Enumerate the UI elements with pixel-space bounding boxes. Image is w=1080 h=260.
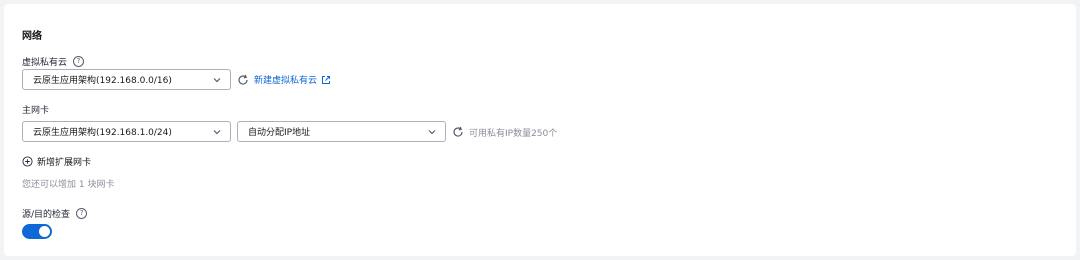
primary-nic-label-row: 主网卡 [22, 103, 49, 116]
help-icon[interactable]: ? [76, 208, 88, 219]
add-nic-button[interactable]: 新增扩展网卡 [22, 155, 91, 168]
nic-quota-text: 您还可以增加 1 块网卡 [22, 180, 115, 190]
create-vpc-link[interactable]: 新建虚拟私有云 [254, 73, 331, 86]
primary-nic-label: 主网卡 [22, 106, 50, 116]
network-panel: 网络 虚拟私有云 ? 云原生应用架构(192.168.0.0/16) 新建虚拟私… [4, 4, 1076, 256]
chevron-down-icon [428, 129, 436, 134]
ip-assignment-value: 自动分配IP地址 [248, 128, 311, 138]
source-dest-check-label: 源/目的检查 [22, 210, 71, 220]
source-dest-check-toggle[interactable] [22, 224, 52, 239]
chevron-down-icon [213, 77, 221, 82]
toggle-knob [39, 226, 50, 237]
external-link-icon [322, 75, 331, 84]
chevron-down-icon [213, 129, 221, 134]
source-dest-check-label-row: 源/目的检查 ? [22, 207, 88, 220]
help-icon[interactable]: ? [73, 56, 85, 67]
refresh-icon[interactable] [237, 74, 249, 86]
vpc-label: 虚拟私有云 [22, 58, 68, 68]
subnet-select-value: 云原生应用架构(192.168.1.0/24) [33, 128, 172, 138]
vpc-select[interactable]: 云原生应用架构(192.168.0.0/16) [22, 69, 231, 90]
add-nic-label: 新增扩展网卡 [37, 158, 92, 168]
vpc-label-row: 虚拟私有云 ? [22, 55, 85, 68]
vpc-select-value: 云原生应用架构(192.168.0.0/16) [33, 76, 172, 86]
available-ip-count: 可用私有IP数量250个 [469, 129, 558, 139]
section-title: 网络 [22, 31, 42, 42]
create-vpc-link-label: 新建虚拟私有云 [254, 76, 318, 86]
subnet-select[interactable]: 云原生应用架构(192.168.1.0/24) [22, 121, 231, 142]
plus-circle-icon [22, 156, 33, 167]
refresh-icon[interactable] [452, 126, 464, 138]
ip-assignment-select[interactable]: 自动分配IP地址 [237, 121, 446, 142]
